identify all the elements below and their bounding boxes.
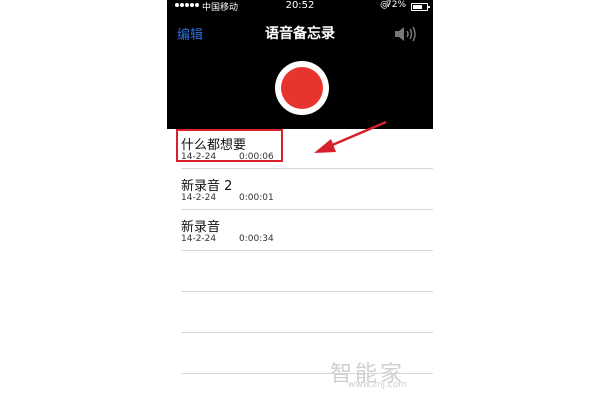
watermark-url: www.znj.com — [348, 380, 408, 390]
pointer-arrow-icon — [314, 120, 387, 153]
watermark: 智能家 www.znj.com — [330, 356, 408, 390]
